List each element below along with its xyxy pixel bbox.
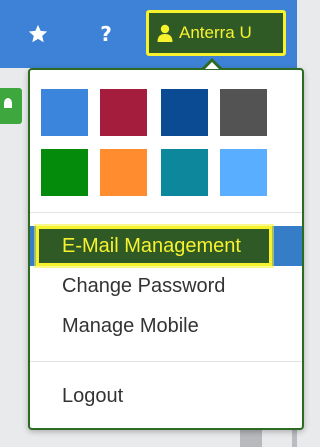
theme-swatch-8[interactable]: [220, 149, 267, 196]
theme-swatch-2[interactable]: [100, 89, 147, 136]
theme-swatch-4[interactable]: [220, 89, 267, 136]
dropdown-caret-fill: [205, 62, 219, 69]
theme-swatch-1[interactable]: [41, 89, 88, 136]
menu-item-logout[interactable]: Logout: [30, 376, 302, 416]
theme-swatch-7[interactable]: [161, 149, 208, 196]
menu-item-manage-mobile[interactable]: Manage Mobile: [30, 306, 302, 346]
favorites-button[interactable]: [18, 14, 58, 54]
menu-divider: [30, 212, 302, 213]
user-name-label: Anterra U: [179, 23, 252, 42]
user-menu-button[interactable]: Anterra U: [146, 10, 286, 56]
help-label: ?: [100, 22, 112, 46]
theme-swatch-6[interactable]: [100, 149, 147, 196]
menu-item-label: Logout: [62, 384, 124, 407]
help-button[interactable]: ?: [86, 14, 126, 54]
background-user-badge: [0, 88, 22, 124]
menu-item-label: Manage Mobile: [62, 314, 199, 337]
theme-swatch-3[interactable]: [161, 89, 208, 136]
theme-swatch-5[interactable]: [41, 149, 88, 196]
background-block: [240, 427, 262, 447]
menu-item-change-password[interactable]: Change Password: [30, 266, 302, 306]
menu-item-label: E-Mail Management: [62, 234, 241, 257]
star-icon: [28, 24, 48, 43]
menu-item-email-management[interactable]: E-Mail Management: [30, 226, 302, 266]
user-dropdown-menu: E-Mail Management Change Password Manage…: [28, 68, 304, 430]
menu-item-label: Change Password: [62, 274, 226, 297]
menu-divider: [30, 361, 302, 362]
user-icon: [157, 24, 173, 42]
top-nav-bar: ? Anterra U: [0, 0, 297, 68]
